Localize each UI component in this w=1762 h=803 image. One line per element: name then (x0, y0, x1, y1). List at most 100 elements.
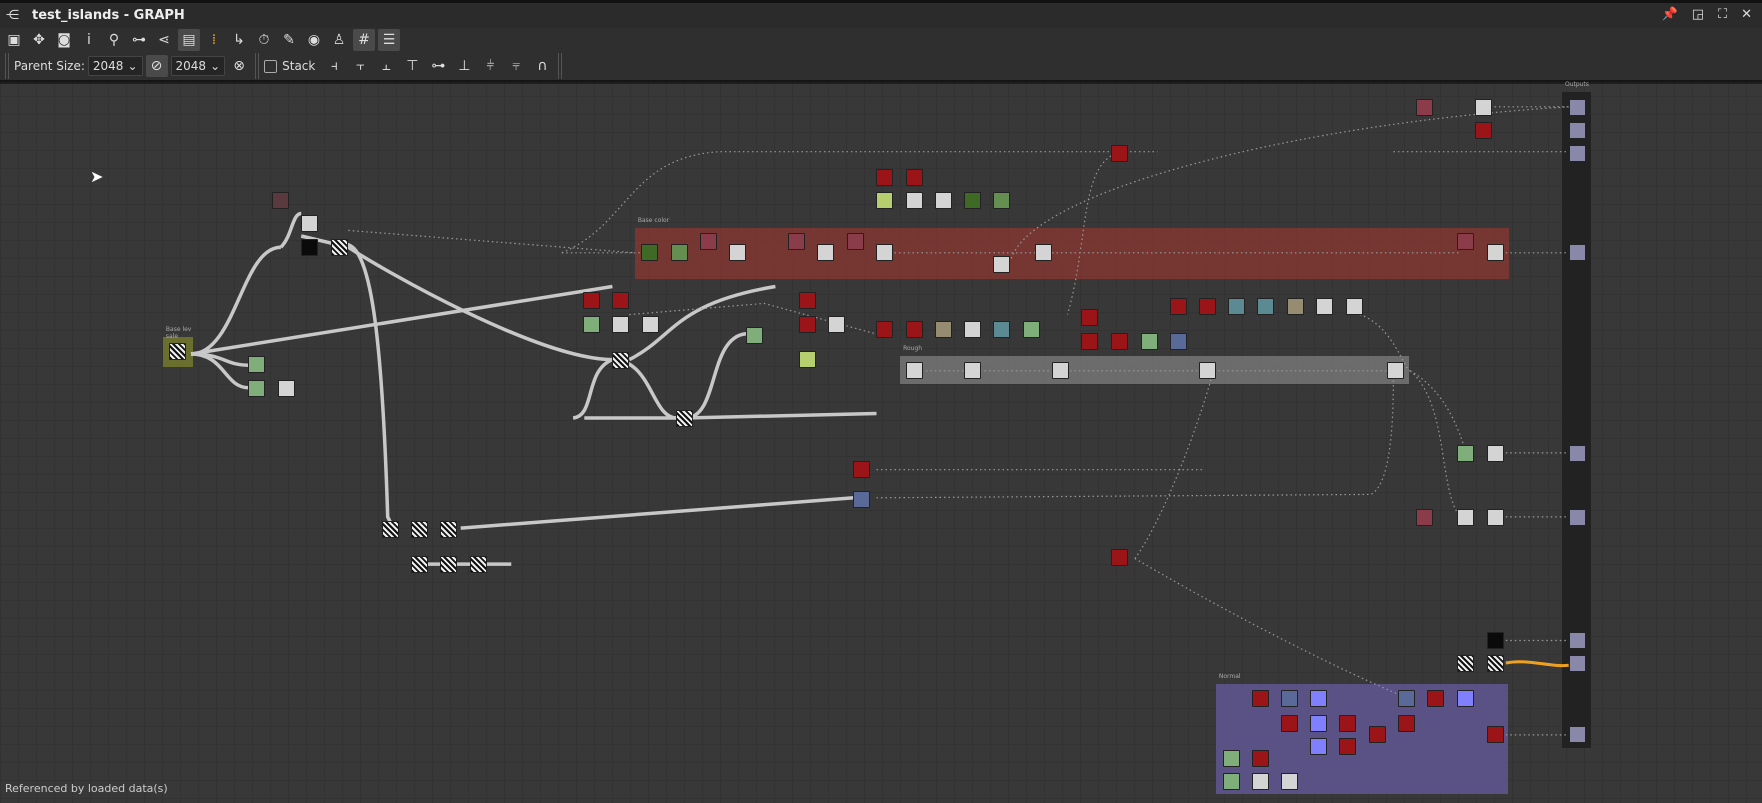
graph-node[interactable] (248, 356, 266, 374)
graph-node[interactable] (1051, 361, 1069, 379)
graph-node[interactable] (1111, 332, 1129, 350)
graph-node[interactable] (1140, 332, 1158, 350)
graph-node[interactable] (964, 192, 982, 210)
graph-node[interactable] (1568, 243, 1586, 261)
graph-node[interactable] (1475, 98, 1493, 116)
graph-node[interactable] (993, 192, 1011, 210)
graph-node[interactable] (1281, 773, 1299, 791)
graph-node[interactable] (1486, 725, 1504, 743)
graph-node[interactable] (993, 256, 1011, 274)
graph-node[interactable] (1281, 714, 1299, 732)
graph-node[interactable] (876, 168, 894, 186)
graph-node[interactable] (1310, 738, 1328, 756)
graph-node[interactable] (271, 192, 289, 210)
graph-node[interactable] (1457, 444, 1475, 462)
graph-node[interactable] (1198, 297, 1216, 315)
graph-node[interactable] (905, 192, 923, 210)
graph-node[interactable] (798, 292, 816, 310)
graph-node[interactable] (876, 321, 894, 339)
graph-node[interactable] (1568, 98, 1586, 116)
graph-node[interactable] (1457, 655, 1475, 673)
graph-node[interactable] (670, 243, 688, 261)
graph-node[interactable] (331, 239, 349, 257)
graph-node[interactable] (612, 292, 630, 310)
graph-node[interactable] (440, 521, 458, 539)
graph-node[interactable] (1568, 122, 1586, 140)
graph-node[interactable] (852, 491, 870, 509)
graph-node[interactable] (852, 460, 870, 478)
graph-node[interactable] (1486, 444, 1504, 462)
graph-node[interactable] (640, 243, 658, 261)
graph-node[interactable] (1568, 509, 1586, 527)
graph-node[interactable] (1257, 297, 1275, 315)
graph-node[interactable] (583, 292, 601, 310)
graph-node[interactable] (1080, 309, 1098, 327)
graph-node[interactable] (1486, 509, 1504, 527)
graph-node[interactable] (1368, 725, 1386, 743)
graph-node[interactable] (1475, 122, 1493, 140)
graph-node[interactable] (1169, 332, 1187, 350)
graph-node[interactable] (729, 243, 747, 261)
graph-node[interactable] (847, 232, 865, 250)
graph-node[interactable] (1022, 321, 1040, 339)
graph-node[interactable] (1286, 297, 1304, 315)
graph-node[interactable] (583, 315, 601, 333)
graph-node[interactable] (1568, 631, 1586, 649)
graph-node[interactable] (1568, 144, 1586, 162)
graph-node[interactable] (1397, 689, 1415, 707)
graph-node[interactable] (993, 321, 1011, 339)
graph-node[interactable] (1339, 714, 1357, 732)
graph-node[interactable] (876, 192, 894, 210)
graph-node[interactable] (1222, 773, 1240, 791)
graph-node[interactable] (1111, 144, 1129, 162)
graph-node[interactable] (168, 342, 186, 360)
graph-node[interactable] (1315, 297, 1333, 315)
graph-node[interactable] (1457, 509, 1475, 527)
graph-node[interactable] (1080, 332, 1098, 350)
graph-node[interactable] (382, 521, 400, 539)
graph-node[interactable] (612, 351, 630, 369)
graph-node[interactable] (1457, 232, 1475, 250)
graph-node[interactable] (1310, 714, 1328, 732)
graph-node[interactable] (1457, 689, 1475, 707)
graph-node[interactable] (876, 243, 894, 261)
graph-node[interactable] (1415, 509, 1433, 527)
graph-node[interactable] (1251, 749, 1269, 767)
graph-node[interactable] (964, 361, 982, 379)
graph-node[interactable] (676, 410, 694, 428)
graph-node[interactable] (1251, 689, 1269, 707)
graph-node[interactable] (641, 315, 659, 333)
graph-node[interactable] (787, 232, 805, 250)
graph-node[interactable] (964, 321, 982, 339)
graph-node[interactable] (1486, 243, 1504, 261)
graph-node[interactable] (1198, 361, 1216, 379)
graph-node[interactable] (934, 192, 952, 210)
graph-node[interactable] (301, 214, 319, 232)
graph-node[interactable] (411, 521, 429, 539)
graph-node[interactable] (301, 239, 319, 257)
graph-node[interactable] (1568, 725, 1586, 743)
graph-node[interactable] (1310, 689, 1328, 707)
graph-node[interactable] (1281, 689, 1299, 707)
graph-node[interactable] (1415, 98, 1433, 116)
graph-node[interactable] (612, 315, 630, 333)
graph-node[interactable] (905, 321, 923, 339)
graph-node[interactable] (1346, 297, 1364, 315)
graph-node[interactable] (700, 232, 718, 250)
graph-node[interactable] (248, 379, 266, 397)
graph-node[interactable] (746, 326, 764, 344)
graph-node[interactable] (905, 168, 923, 186)
graph-node[interactable] (1222, 749, 1240, 767)
graph-node[interactable] (1568, 444, 1586, 462)
graph-node[interactable] (1568, 655, 1586, 673)
graph-node[interactable] (1339, 738, 1357, 756)
graph-node[interactable] (1486, 631, 1504, 649)
graph-node[interactable] (934, 321, 952, 339)
graph-node[interactable] (1111, 549, 1129, 567)
graph-node[interactable] (1386, 361, 1404, 379)
graph-node[interactable] (440, 556, 458, 574)
graph-node[interactable] (816, 243, 834, 261)
graph-node[interactable] (411, 556, 429, 574)
graph-node[interactable] (469, 556, 487, 574)
graph-node[interactable] (798, 315, 816, 333)
